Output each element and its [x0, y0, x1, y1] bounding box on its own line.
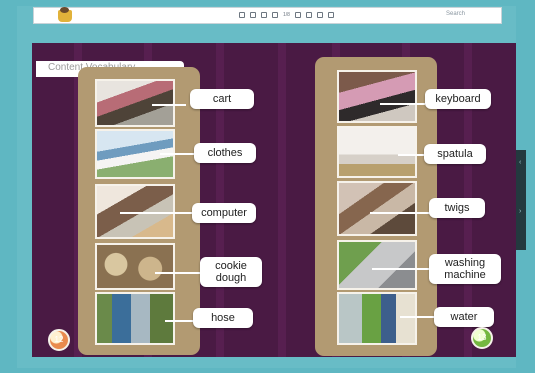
spatula-photo — [337, 126, 417, 178]
label-connector — [372, 268, 430, 270]
page-indicator: 1/8 — [283, 12, 290, 18]
label-connector — [398, 154, 424, 156]
chevron-left-icon[interactable]: ‹ — [519, 159, 525, 167]
toolbar-tools: 1/8 — [239, 11, 334, 19]
vocab-label-computer[interactable]: computer — [192, 203, 256, 223]
fullscreen-icon[interactable] — [305, 12, 312, 18]
top-toolbar: 1/8 Search — [33, 7, 502, 24]
vocab-label-washing-machine[interactable]: washing machine — [429, 254, 501, 284]
text-icon[interactable] — [327, 12, 334, 18]
vocab-label-spatula[interactable]: spatula — [424, 144, 486, 164]
label-connector — [380, 103, 425, 105]
chevron-right-icon[interactable]: › — [519, 208, 525, 216]
label-connector — [152, 104, 186, 106]
page-stripe — [278, 43, 286, 357]
toolbar-search[interactable]: Search — [446, 11, 465, 17]
label-connector — [160, 153, 196, 155]
next-page-icon[interactable] — [272, 12, 278, 18]
keyboard-photo — [337, 70, 417, 123]
cookie-dough-photo — [95, 243, 175, 290]
vocab-label-keyboard[interactable]: keyboard — [425, 89, 491, 109]
gear-icon[interactable] — [316, 12, 323, 18]
vocab-label-hose[interactable]: hose — [193, 308, 253, 328]
vocab-label-water[interactable]: water — [434, 307, 494, 327]
hose-photo — [95, 292, 175, 345]
washing-machine-photo — [337, 240, 417, 290]
water-photo — [337, 292, 417, 345]
previous-page-icon[interactable] — [261, 12, 267, 18]
last-page-icon[interactable] — [294, 12, 301, 18]
vocab-label-twigs[interactable]: twigs — [429, 198, 485, 218]
cart-photo — [95, 79, 175, 127]
label-connector — [370, 212, 432, 214]
label-connector — [155, 272, 205, 274]
previous-page-button[interactable]: 12 — [48, 329, 70, 351]
logo-icon[interactable] — [58, 7, 72, 22]
vocab-label-cart[interactable]: cart — [190, 89, 254, 109]
vocab-label-clothes[interactable]: clothes — [194, 143, 256, 163]
first-page-icon[interactable] — [250, 12, 256, 18]
label-connector — [120, 212, 195, 214]
vocab-label-cookie-dough[interactable]: cookie dough — [200, 257, 262, 287]
next-page-button[interactable]: 13 — [471, 327, 493, 349]
twigs-photo — [337, 181, 417, 236]
magnifier-icon[interactable] — [239, 12, 245, 18]
label-connector — [400, 316, 436, 318]
